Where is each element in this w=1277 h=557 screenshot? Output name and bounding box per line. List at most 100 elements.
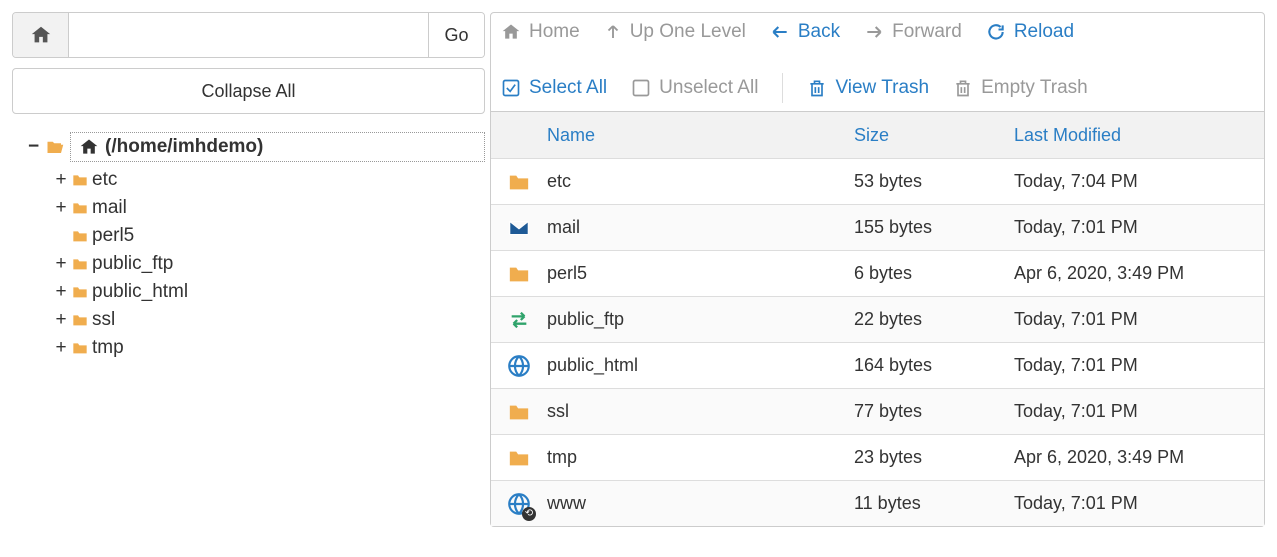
left-pane: Go Collapse All − (/home/imhdemo) + etc + m… (0, 0, 490, 539)
table-row[interactable]: public_ftp22 bytesToday, 7:01 PM (491, 296, 1264, 342)
folder-icon (70, 312, 90, 328)
row-size: 155 bytes (854, 217, 1014, 238)
tb-view-trash[interactable]: View Trash (807, 77, 929, 99)
path-bar: Go (12, 12, 485, 58)
folder-open-icon (44, 138, 66, 156)
table-row[interactable]: tmp23 bytesApr 6, 2020, 3:49 PM (491, 434, 1264, 480)
table-row[interactable]: mail155 bytesToday, 7:01 PM (491, 204, 1264, 250)
tb-reload[interactable]: Reload (986, 21, 1074, 43)
row-icon (491, 263, 547, 285)
folder-icon (70, 340, 90, 356)
home-icon (79, 137, 99, 157)
tb-forward[interactable]: Forward (864, 21, 962, 43)
tree-item[interactable]: + etc (52, 166, 485, 194)
row-name: www (547, 493, 854, 514)
row-icon (491, 171, 547, 193)
tb-back[interactable]: Back (770, 21, 840, 43)
row-icon (491, 447, 547, 469)
folder-icon (70, 200, 90, 216)
table-row[interactable]: ssl77 bytesToday, 7:01 PM (491, 388, 1264, 434)
arrow-right-icon (864, 22, 884, 42)
expander-icon[interactable]: + (52, 281, 70, 303)
tb-unselect-all[interactable]: Unselect All (631, 77, 758, 99)
tree-root[interactable]: − (/home/imhdemo) (12, 132, 485, 162)
trash-icon (953, 78, 973, 98)
row-size: 6 bytes (854, 263, 1014, 284)
col-name-header[interactable]: Name (491, 125, 854, 146)
reload-icon (986, 22, 1006, 42)
row-modified: Today, 7:01 PM (1014, 493, 1264, 514)
table-row[interactable]: etc53 bytesToday, 7:04 PM (491, 158, 1264, 204)
folder-icon (70, 284, 90, 300)
row-size: 53 bytes (854, 171, 1014, 192)
go-button[interactable]: Go (428, 13, 484, 57)
expander-icon[interactable]: − (28, 136, 44, 158)
table-row[interactable]: ⟲ www11 bytesToday, 7:01 PM (491, 480, 1264, 526)
row-modified: Today, 7:04 PM (1014, 171, 1264, 192)
tree-children: + etc + mail perl5 + public_ftp +public_html+ss… (12, 166, 485, 362)
collapse-all-button[interactable]: Collapse All (12, 68, 485, 114)
row-size: 22 bytes (854, 309, 1014, 330)
row-size: 77 bytes (854, 401, 1014, 422)
row-icon: ⟲ (491, 491, 547, 517)
row-name: ssl (547, 401, 854, 422)
globe-link-icon: ⟲ (506, 491, 532, 517)
arrow-up-icon (604, 22, 622, 42)
folder-icon (70, 256, 90, 272)
row-name: etc (547, 171, 854, 192)
row-modified: Today, 7:01 PM (1014, 401, 1264, 422)
file-table: Name Size Last Modified etc53 bytesToday… (490, 112, 1265, 527)
tree-item-label: perl5 (92, 225, 134, 247)
table-row[interactable]: perl56 bytesApr 6, 2020, 3:49 PM (491, 250, 1264, 296)
home-icon (501, 22, 521, 42)
expander-icon[interactable]: + (52, 197, 70, 219)
check-square-icon (501, 78, 521, 98)
tb-empty-trash[interactable]: Empty Trash (953, 77, 1088, 99)
row-name: mail (547, 217, 854, 238)
row-size: 164 bytes (854, 355, 1014, 376)
tree-item[interactable]: +public_html (52, 278, 485, 306)
row-icon (491, 309, 547, 331)
folder-icon (70, 228, 90, 244)
row-icon (491, 353, 547, 379)
row-size: 11 bytes (854, 493, 1014, 514)
col-modified-header[interactable]: Last Modified (1014, 125, 1264, 146)
toolbar: Home Up One Level Back Forward Reload (490, 12, 1265, 112)
col-size-header[interactable]: Size (854, 125, 1014, 146)
tree-item[interactable]: +tmp (52, 334, 485, 362)
folder-icon (506, 263, 532, 285)
tree-item[interactable]: +ssl (52, 306, 485, 334)
home-icon (30, 24, 52, 46)
row-size: 23 bytes (854, 447, 1014, 468)
folder-icon (70, 172, 90, 188)
path-input[interactable] (69, 13, 428, 57)
row-modified: Apr 6, 2020, 3:49 PM (1014, 447, 1264, 468)
mail-icon (506, 217, 532, 239)
right-pane: Home Up One Level Back Forward Reload (490, 0, 1277, 539)
tree-item-label: mail (92, 197, 127, 219)
trash-icon (807, 78, 827, 98)
table-row[interactable]: public_html164 bytesToday, 7:01 PM (491, 342, 1264, 388)
tree-root-label: (/home/imhdemo) (105, 136, 263, 158)
row-icon (491, 217, 547, 239)
expander-icon[interactable]: + (52, 253, 70, 275)
home-button[interactable] (13, 13, 69, 57)
tree-item[interactable]: + public_ftp (52, 250, 485, 278)
expander-icon[interactable]: + (52, 169, 70, 191)
tree-item[interactable]: perl5 (52, 222, 485, 250)
expander-icon[interactable]: + (52, 309, 70, 331)
tb-home[interactable]: Home (501, 21, 580, 43)
row-modified: Today, 7:01 PM (1014, 355, 1264, 376)
tree-item[interactable]: + mail (52, 194, 485, 222)
tree-item-label: public_ftp (92, 253, 173, 275)
folder-icon (506, 447, 532, 469)
table-header: Name Size Last Modified (491, 112, 1264, 158)
tree-item-label: etc (92, 169, 117, 191)
tb-up[interactable]: Up One Level (604, 21, 746, 43)
square-icon (631, 78, 651, 98)
tb-select-all[interactable]: Select All (501, 77, 607, 99)
row-name: tmp (547, 447, 854, 468)
arrow-left-icon (770, 22, 790, 42)
expander-icon[interactable]: + (52, 337, 70, 359)
globe-icon (506, 353, 532, 379)
